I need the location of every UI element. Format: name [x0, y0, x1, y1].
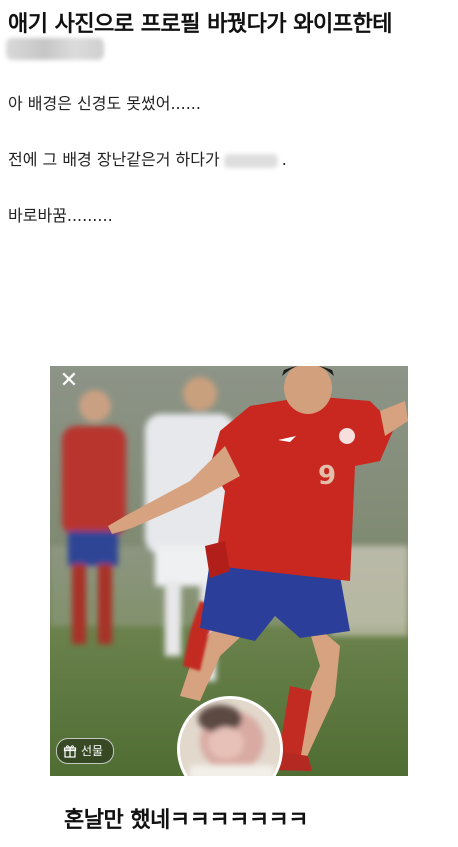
- gift-icon: [63, 745, 77, 758]
- post-line-3: 바로바꿈.........: [8, 206, 113, 225]
- image-caption: 혼날만 했네ㅋㅋㅋㅋㅋㅋㅋ: [64, 808, 309, 833]
- post-line-2-suffix: .: [281, 150, 287, 169]
- close-icon[interactable]: ✕: [58, 370, 80, 392]
- post-line-1: 아 배경은 신경도 못썼어......: [8, 94, 201, 113]
- gift-button[interactable]: 선물: [56, 738, 115, 764]
- profile-screenshot: 9 ✕ 선물: [50, 366, 408, 776]
- blurred-text: [223, 153, 278, 168]
- blurred-username: [6, 38, 104, 60]
- post-line-2-text: 전에 그 배경 장난같은거 하다가: [8, 150, 220, 169]
- avatar-photo-blurred: [180, 699, 280, 776]
- gift-label: 선물: [81, 744, 104, 758]
- jersey-number: 9: [318, 461, 336, 491]
- post-title: 애기 사진으로 프로필 바꿨다가 와이프한테: [8, 12, 392, 37]
- post-line-2: 전에 그 배경 장난같은거 하다가.: [8, 146, 287, 170]
